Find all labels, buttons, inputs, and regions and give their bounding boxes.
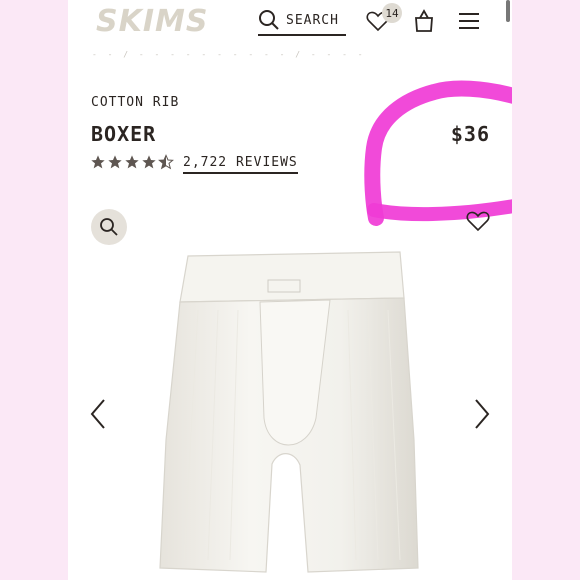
star-icon xyxy=(108,155,122,169)
search-field[interactable]: SEARCH xyxy=(258,6,346,36)
star-icon xyxy=(142,155,156,169)
rating-stars xyxy=(90,154,174,170)
half-star-icon xyxy=(158,154,174,170)
star-icon xyxy=(125,155,139,169)
faded-breadcrumb: - - / - - - - - - - - - - / - - - - xyxy=(92,50,366,59)
reviews-link[interactable]: 2,722 REVIEWS xyxy=(183,155,298,174)
search-label: SEARCH xyxy=(286,12,339,28)
wishlist-heart-icon[interactable] xyxy=(466,210,490,232)
pink-marker-annotation xyxy=(364,80,512,226)
product-screen: SKIMS SEARCH 14 - - / - - - - - - - - - … xyxy=(68,0,512,580)
wishlist-count-badge: 14 xyxy=(382,3,402,23)
search-icon xyxy=(259,10,279,30)
product-image[interactable] xyxy=(68,250,512,580)
skims-logo[interactable]: SKIMS xyxy=(96,4,208,39)
left-background xyxy=(0,0,68,580)
chevron-right-icon[interactable] xyxy=(472,398,492,430)
product-title: BOXER xyxy=(91,122,157,146)
zoom-button[interactable] xyxy=(91,209,127,245)
bag-icon[interactable] xyxy=(414,9,434,33)
star-icon xyxy=(91,155,105,169)
menu-icon[interactable] xyxy=(458,12,480,30)
chevron-left-icon[interactable] xyxy=(88,398,108,430)
zoom-icon xyxy=(100,218,118,236)
product-collection: COTTON RIB xyxy=(91,95,180,110)
scrollbar-thumb[interactable] xyxy=(506,0,510,22)
right-background xyxy=(512,0,580,580)
